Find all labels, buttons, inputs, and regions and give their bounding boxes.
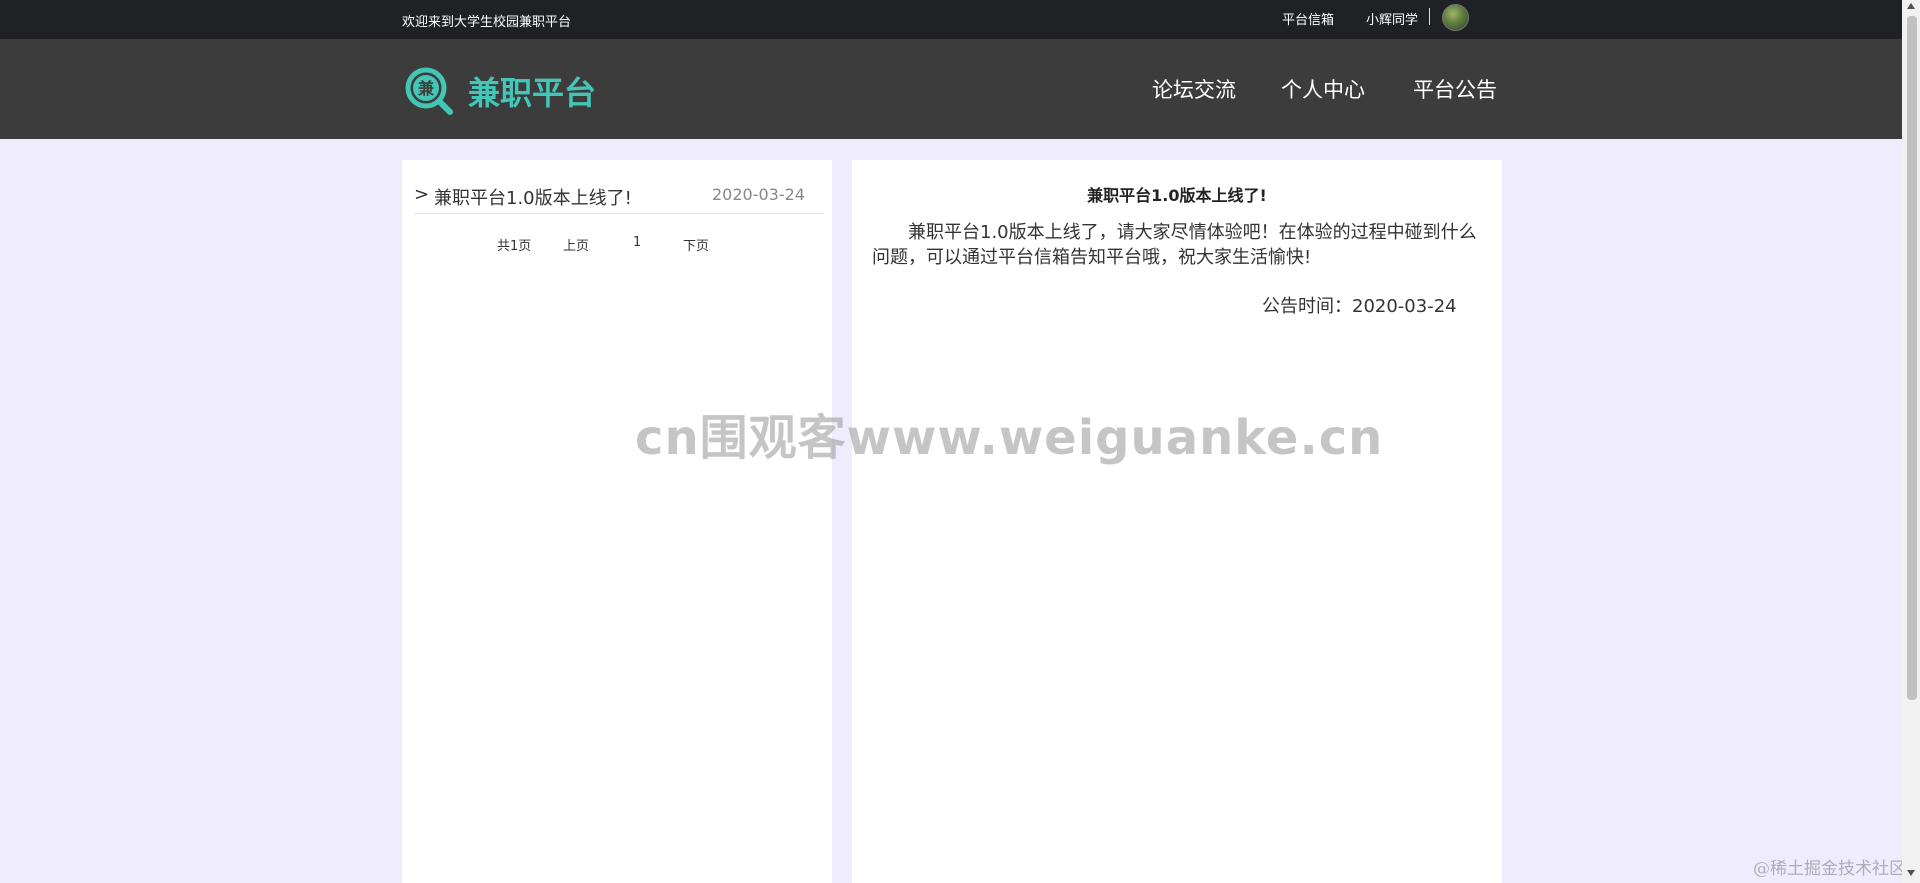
article-time-label: 公告时间： <box>1262 296 1352 317</box>
nav-announcements[interactable]: 平台公告 <box>1413 74 1497 104</box>
article-time-value: 2020-03-24 <box>1352 296 1457 317</box>
article-time: 公告时间：2020-03-24 <box>1262 292 1457 318</box>
scroll-down-icon[interactable] <box>1907 870 1915 876</box>
nav-profile[interactable]: 个人中心 <box>1281 74 1365 104</box>
scroll-up-icon[interactable] <box>1907 3 1915 9</box>
divider <box>1429 8 1430 25</box>
corner-watermark: @稀土掘金技术社区 <box>1753 859 1906 879</box>
page-total: 共1页 <box>497 239 532 254</box>
username-link[interactable]: 小辉同学 <box>1366 9 1418 28</box>
vertical-scrollbar[interactable] <box>1902 0 1920 883</box>
announcement-detail-panel: 兼职平台1.0版本上线了! 兼职平台1.0版本上线了，请大家尽情体验吧！在体验的… <box>852 160 1502 883</box>
next-page-button[interactable]: 下页 <box>683 235 709 254</box>
notice-date: 2020-03-24 <box>712 185 805 204</box>
avatar[interactable] <box>1442 4 1469 31</box>
scroll-thumb[interactable] <box>1907 16 1917 700</box>
nav-forum[interactable]: 论坛交流 <box>1152 74 1236 104</box>
mailbox-link[interactable]: 平台信箱 <box>1282 9 1334 28</box>
prev-page-button[interactable]: 上页 <box>563 235 589 254</box>
brand-title[interactable]: 兼职平台 <box>468 68 596 114</box>
arrow-icon: > <box>414 184 430 205</box>
list-item[interactable]: > 兼职平台1.0版本上线了! 2020-03-24 <box>414 180 824 214</box>
logo-char: 兼 <box>418 79 434 98</box>
article-title: 兼职平台1.0版本上线了! <box>1087 186 1267 205</box>
page-number[interactable]: 1 <box>633 235 641 250</box>
notice-list-panel: > 兼职平台1.0版本上线了! 2020-03-24 共1页 上页 1 下页 <box>402 160 832 883</box>
top-bar: 欢迎来到大学生校园兼职平台 平台信箱 小辉同学 <box>0 0 1902 39</box>
header-nav: 兼 兼职平台 论坛交流 个人中心 平台公告 <box>0 39 1902 139</box>
welcome-text: 欢迎来到大学生校园兼职平台 <box>402 15 572 30</box>
article-body: 兼职平台1.0版本上线了，请大家尽情体验吧！在体验的过程中碰到什么问题，可以通过… <box>872 222 1477 268</box>
logo-search-icon[interactable]: 兼 <box>404 66 454 116</box>
notice-title[interactable]: 兼职平台1.0版本上线了! <box>434 184 632 210</box>
